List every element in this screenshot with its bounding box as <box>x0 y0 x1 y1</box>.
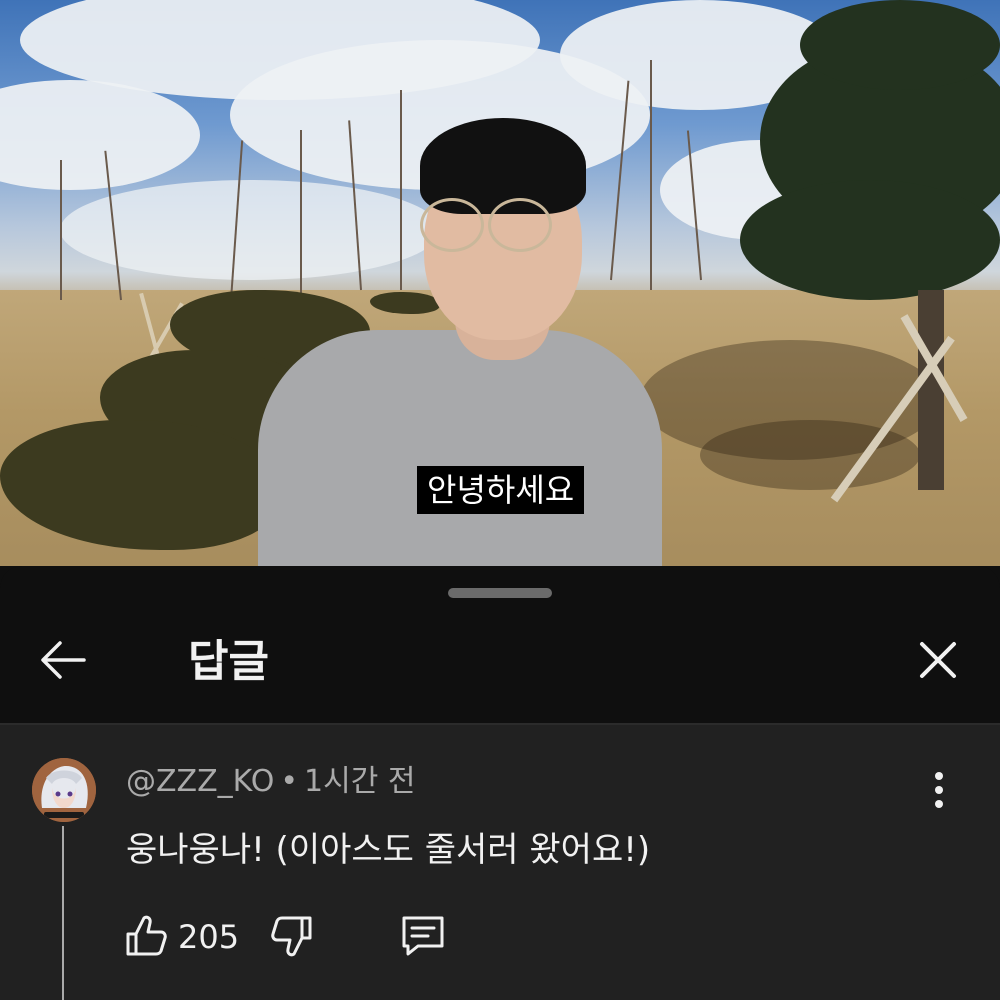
thread-line <box>62 826 64 1000</box>
sheet-title: 답글 <box>188 636 269 687</box>
close-icon <box>920 642 956 678</box>
bare-tree <box>60 160 62 300</box>
meta-separator: • <box>280 764 299 799</box>
arrow-left-icon <box>41 641 86 679</box>
reply-button[interactable] <box>398 910 448 960</box>
pine-tree <box>800 0 1000 90</box>
back-button[interactable] <box>34 630 94 690</box>
cloud <box>0 80 200 190</box>
comment-text: 웅나웅나! (이아스도 줄서러 왔어요!) <box>126 830 651 870</box>
bare-tree <box>300 130 302 300</box>
like-count: 205 <box>178 918 240 956</box>
bare-tree <box>400 90 402 290</box>
reply-comment-icon <box>402 916 444 956</box>
more-options-button[interactable] <box>924 768 954 812</box>
glasses <box>488 198 552 252</box>
video-subtitle: 안녕하세요 <box>417 466 585 514</box>
thumbs-up-icon <box>126 915 167 956</box>
pine-trunk <box>918 290 944 490</box>
drag-handle[interactable] <box>448 588 552 598</box>
avatar-image <box>32 758 96 822</box>
pine-tree <box>740 180 1000 300</box>
dislike-button[interactable] <box>270 912 316 960</box>
more-vert-icon <box>935 772 943 780</box>
comment-meta: @ZZZ_KO • 1시간 전 <box>126 762 415 802</box>
avatar[interactable] <box>32 758 96 822</box>
comment-author[interactable]: @ZZZ_KO <box>126 764 274 799</box>
comment-time: 1시간 전 <box>304 764 416 799</box>
bare-tree <box>650 60 652 290</box>
like-button[interactable] <box>124 912 168 960</box>
glasses <box>420 198 484 252</box>
more-vert-icon <box>935 786 943 794</box>
more-vert-icon <box>935 800 943 808</box>
thumbs-down-icon <box>271 916 312 957</box>
close-button[interactable] <box>908 630 968 690</box>
video-player[interactable]: 안녕하세요 <box>0 0 1000 566</box>
person-sweatshirt <box>258 330 662 566</box>
